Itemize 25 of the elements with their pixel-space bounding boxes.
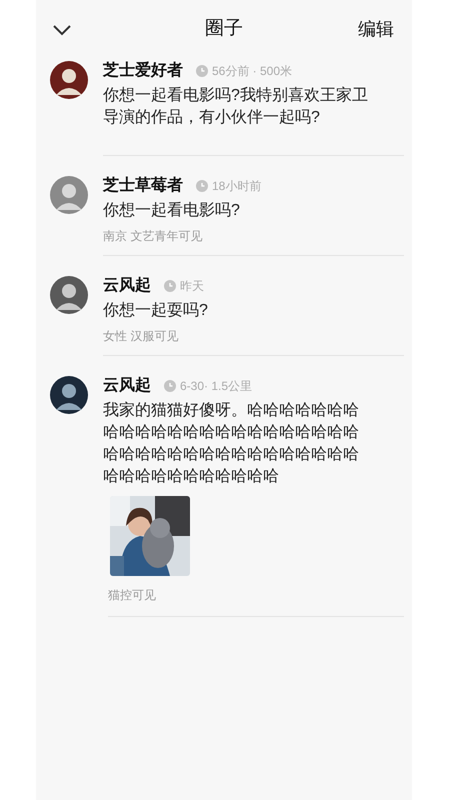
avatar[interactable] [50, 376, 88, 414]
visibility-tag: 南京 文艺青年可见 [103, 227, 404, 245]
clock-icon [164, 280, 176, 292]
visibility-tag: 猫控可见 [108, 586, 404, 604]
avatar[interactable] [50, 276, 88, 314]
post-text: 你想一起看电影吗?我特别喜欢王家卫导演的作品，有小伙伴一起吗? [103, 86, 369, 128]
user-name[interactable]: 芝士草莓者 [103, 174, 183, 198]
post-time: 56分前 · 500米 [212, 63, 292, 80]
post-text: 我家的猫猫好傻呀。哈哈哈哈哈哈哈哈哈哈哈哈哈哈哈哈哈哈哈哈哈哈哈哈哈哈哈哈哈哈哈哈哈哈哈哈哈哈哈哈哈哈哈哈哈哈哈哈哈哈 [103, 400, 360, 487]
user-name[interactable]: 芝士爱好者 [103, 59, 183, 83]
avatar[interactable] [50, 61, 88, 99]
edit-button[interactable]: 编辑 [358, 16, 394, 43]
user-name[interactable]: 云风起 [103, 274, 151, 298]
post-time: 18小时前 [212, 178, 262, 195]
post-time: 6-30· 1.5公里 [180, 378, 252, 395]
clock-icon [196, 180, 208, 192]
page-title: 圈子 [205, 17, 243, 42]
clock-icon [164, 380, 176, 392]
chevron-down-icon[interactable] [52, 24, 72, 36]
clock-icon [196, 65, 208, 77]
post-time: 昨天 [180, 278, 204, 295]
visibility-tag: 女性 汉服可见 [103, 327, 404, 345]
post-text: 你想一起看电影吗? [103, 200, 241, 221]
user-name[interactable]: 云风起 [103, 374, 151, 398]
post-text: 你想一起耍吗? [103, 300, 209, 321]
